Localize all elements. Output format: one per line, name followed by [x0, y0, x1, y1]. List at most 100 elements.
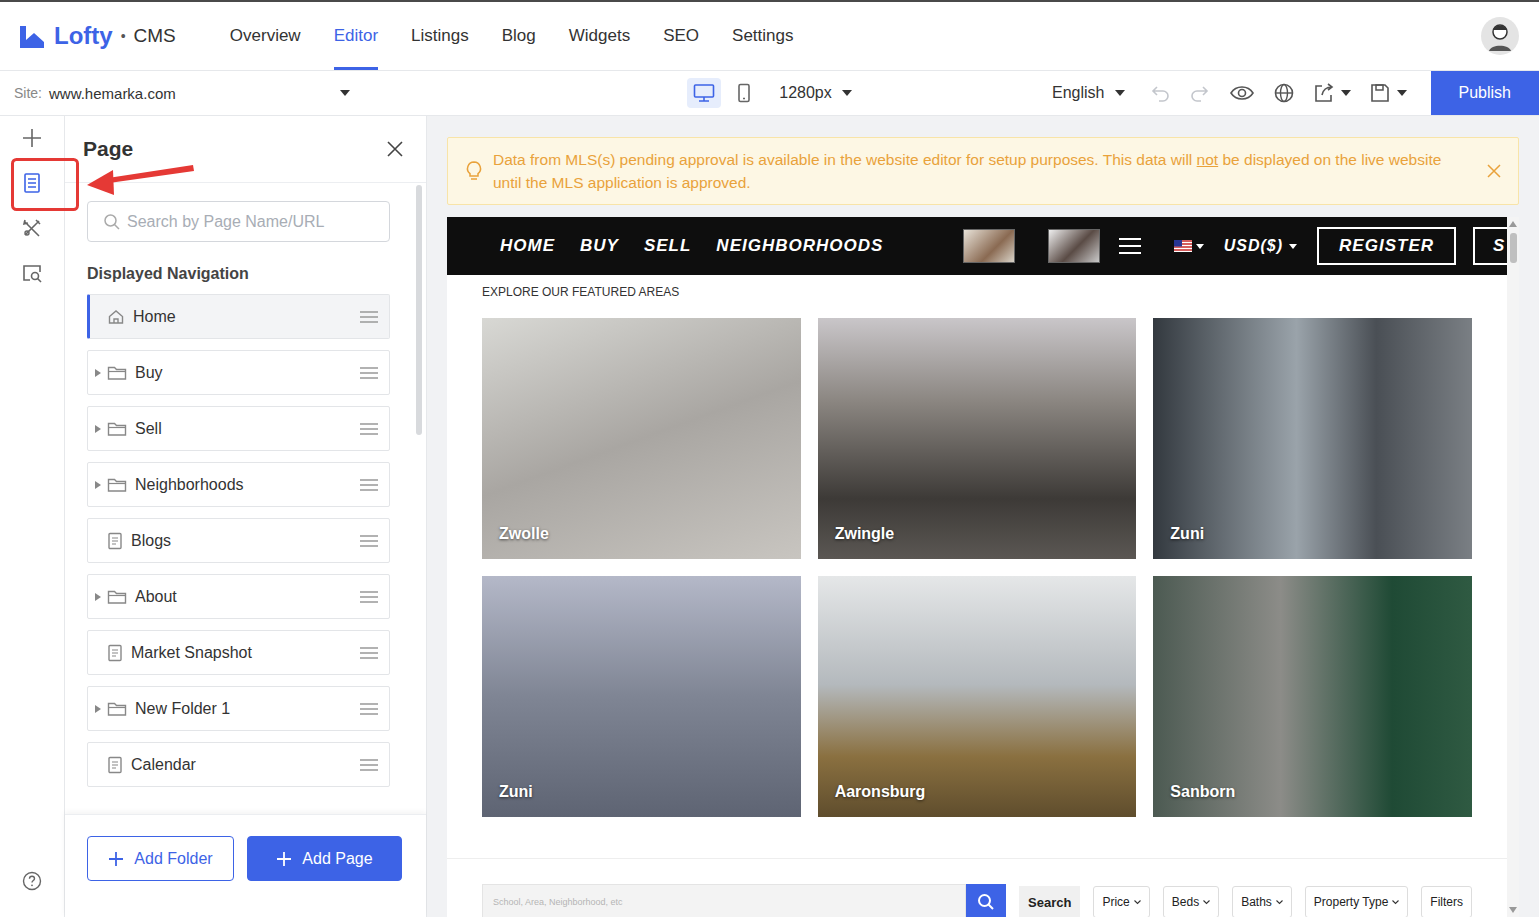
cms-editor: Lofty • CMS Overview Editor Listings Blog Wi…: [0, 0, 1539, 917]
rail-button[interactable]: [14, 120, 50, 156]
flag-select[interactable]: [1174, 240, 1204, 252]
language-value: English: [1052, 84, 1104, 102]
drag-handle-icon[interactable]: [360, 646, 378, 660]
folder-icon: [107, 588, 127, 606]
drag-handle-icon[interactable]: [360, 366, 378, 380]
listing-search-bar: School, Area, Neighborhood, etc Search P…: [447, 858, 1507, 917]
listing-search-placeholder: School, Area, Neighborhood, etc: [493, 897, 623, 907]
language-select[interactable]: English: [1052, 84, 1124, 102]
drag-handle-icon[interactable]: [360, 534, 378, 548]
close-icon[interactable]: [386, 140, 404, 158]
site-menu-item[interactable]: SELL: [644, 236, 691, 256]
rail-button[interactable]: [14, 863, 50, 899]
sign-in-button[interactable]: S: [1473, 227, 1507, 265]
width-select[interactable]: 1280px: [779, 84, 852, 102]
close-icon[interactable]: [1487, 164, 1501, 178]
toolbar-action[interactable]: [1189, 83, 1211, 103]
page-search-field[interactable]: Search by Page Name/URL: [87, 201, 390, 242]
toolbar-action[interactable]: [1369, 82, 1407, 104]
area-card[interactable]: Aaronsburg: [818, 576, 1137, 817]
filter-button[interactable]: Baths: [1232, 886, 1292, 917]
nav-item[interactable]: Listings: [411, 2, 469, 70]
item-label: Neighborhoods: [135, 476, 360, 494]
nav-page-item[interactable]: Buy: [87, 350, 390, 395]
drag-handle-icon[interactable]: [360, 478, 378, 492]
nav-page-item[interactable]: About: [87, 574, 390, 619]
item-label: About: [135, 588, 360, 606]
toolbar-action[interactable]: [1149, 83, 1171, 103]
filter-button[interactable]: Price: [1093, 886, 1149, 917]
site-menu-item[interactable]: NEIGHBORHOODS: [716, 236, 883, 256]
toolbar-action[interactable]: [1313, 82, 1351, 104]
rail-button[interactable]: [14, 165, 50, 201]
share-icon: [1313, 82, 1335, 104]
drag-handle-icon[interactable]: [360, 758, 378, 772]
user-avatar[interactable]: [1481, 17, 1519, 55]
toolbar-action[interactable]: [1229, 83, 1255, 103]
nav-item[interactable]: Settings: [732, 2, 793, 70]
drag-handle-icon[interactable]: [360, 590, 378, 604]
search-button[interactable]: Search: [1019, 886, 1080, 917]
area-label: Zuni: [1170, 525, 1204, 543]
nav-item[interactable]: Editor: [334, 2, 378, 70]
nav-item[interactable]: Blog: [502, 2, 536, 70]
brand[interactable]: Lofty • CMS: [18, 22, 176, 50]
register-button[interactable]: REGISTER: [1317, 227, 1456, 265]
expand-icon[interactable]: [95, 369, 101, 377]
hamburger-icon[interactable]: [1118, 237, 1142, 255]
folder-icon: [107, 476, 127, 494]
drag-handle-icon[interactable]: [360, 310, 378, 324]
toolbar-action[interactable]: [1273, 82, 1295, 104]
page-panel: Page Search by Page Name/URL Displayed N…: [65, 116, 427, 917]
nav-page-item[interactable]: Market Snapshot: [87, 630, 390, 675]
nav-page-item[interactable]: Calendar: [87, 742, 390, 787]
editor-canvas: Data from MLS(s) pending approval is ava…: [427, 116, 1539, 917]
nav-item[interactable]: Widgets: [569, 2, 630, 70]
area-card[interactable]: Zwingle: [818, 318, 1137, 559]
editor-toolbar: Site: www.hemarka.com 1280px English Pub…: [0, 71, 1539, 116]
nav-page-item[interactable]: Sell: [87, 406, 390, 451]
nav-page-item[interactable]: New Folder 1: [87, 686, 390, 731]
site-select[interactable]: Site: www.hemarka.com: [14, 85, 350, 102]
preview-scrollbar[interactable]: [1507, 217, 1519, 917]
panel-scrollbar[interactable]: [416, 183, 422, 814]
nav-page-item[interactable]: Home: [87, 294, 390, 339]
device-button[interactable]: [687, 78, 721, 108]
nav-item[interactable]: SEO: [663, 2, 699, 70]
area-card[interactable]: Zuni: [1153, 318, 1472, 559]
search-icon: [977, 893, 995, 911]
area-card[interactable]: Zwolle: [482, 318, 801, 559]
user-avatar-icon: [1481, 17, 1519, 55]
publish-button[interactable]: Publish: [1431, 71, 1539, 115]
scroll-down-icon: [1509, 907, 1517, 913]
expand-icon[interactable]: [95, 425, 101, 433]
nav-item[interactable]: Overview: [230, 2, 301, 70]
caret-icon: [1115, 90, 1125, 96]
site-menu-item[interactable]: BUY: [580, 236, 619, 256]
caret-icon: [1196, 244, 1204, 249]
nav-page-item[interactable]: Blogs: [87, 518, 390, 563]
drag-handle-icon[interactable]: [360, 702, 378, 716]
annotation-arrow: [0, 0, 1539, 917]
panel-button[interactable]: Add Page: [247, 836, 402, 881]
page-icon: [107, 756, 123, 774]
panel-button[interactable]: Add Folder: [87, 836, 234, 881]
device-button[interactable]: [727, 78, 761, 108]
rail-button[interactable]: [14, 210, 50, 246]
us-flag-icon: [1174, 240, 1192, 252]
currency-select[interactable]: USD($): [1224, 237, 1297, 255]
nav-page-item[interactable]: Neighborhoods: [87, 462, 390, 507]
listing-search-field[interactable]: School, Area, Neighborhood, etc: [482, 884, 966, 917]
filter-button[interactable]: Filters: [1421, 886, 1472, 917]
area-card[interactable]: Sanborn: [1153, 576, 1472, 817]
filter-button[interactable]: Beds: [1163, 886, 1219, 917]
area-card[interactable]: Zuni: [482, 576, 801, 817]
search-submit[interactable]: [966, 884, 1006, 917]
rail-button[interactable]: [14, 255, 50, 291]
expand-icon[interactable]: [95, 705, 101, 713]
drag-handle-icon[interactable]: [360, 422, 378, 436]
expand-icon[interactable]: [95, 481, 101, 489]
filter-button[interactable]: Property Type: [1305, 886, 1408, 917]
site-menu-item[interactable]: HOME: [500, 236, 555, 256]
expand-icon[interactable]: [95, 593, 101, 601]
